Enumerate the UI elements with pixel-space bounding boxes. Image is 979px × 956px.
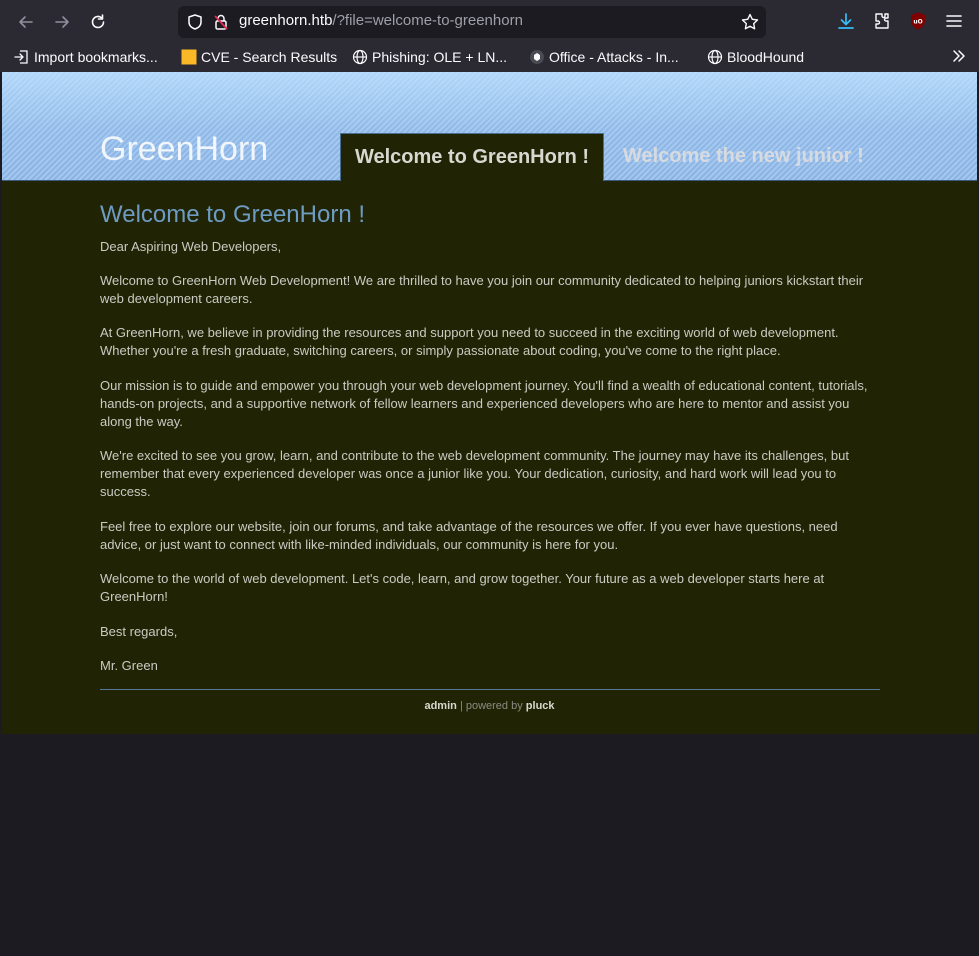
bookmarks-bar: Import bookmarks... CVE - Search Results… bbox=[0, 43, 979, 72]
globe-icon bbox=[707, 49, 723, 65]
paragraph: Dear Aspiring Web Developers, bbox=[100, 239, 282, 254]
footer-separator: | powered by bbox=[459, 700, 523, 712]
ublock-icon[interactable]: uO bbox=[908, 11, 928, 31]
paragraph: At GreenHorn, we believe in providing th… bbox=[100, 325, 839, 358]
shield-icon[interactable] bbox=[186, 13, 204, 31]
main-content: Welcome to GreenHorn ! Dear Aspiring Web… bbox=[2, 181, 977, 734]
menu-icon[interactable] bbox=[944, 11, 964, 31]
paragraph: Best regards, bbox=[100, 624, 178, 639]
import-icon bbox=[14, 49, 30, 65]
svg-text:uO: uO bbox=[913, 19, 922, 26]
page-title: Welcome to GreenHorn ! bbox=[100, 201, 365, 228]
url-bar[interactable]: greenhorn.htb/?file=welcome-to-greenhorn bbox=[178, 6, 766, 38]
arrow-left-icon bbox=[19, 16, 33, 28]
paragraph: Our mission is to guide and empower you … bbox=[100, 378, 868, 429]
nav-tab-new-junior[interactable]: Welcome the new junior ! bbox=[623, 145, 864, 168]
insecure-lock-icon[interactable] bbox=[212, 13, 230, 31]
forward-button[interactable] bbox=[48, 8, 76, 36]
bookmark-label: Phishing: OLE + LN... bbox=[372, 49, 508, 65]
yellow-square-icon bbox=[181, 49, 197, 65]
paragraph: Welcome to GreenHorn Web Development! We… bbox=[100, 273, 864, 306]
arrow-right-icon bbox=[55, 16, 69, 28]
site-title[interactable]: GreenHorn bbox=[100, 130, 268, 169]
bookmark-label: BloodHound bbox=[727, 49, 805, 65]
bookmark-label: CVE - Search Results bbox=[201, 49, 338, 65]
browser-toolbar: greenhorn.htb/?file=welcome-to-greenhorn… bbox=[0, 0, 979, 43]
page-viewport: GreenHorn Welcome to GreenHorn ! Welcome… bbox=[2, 72, 977, 954]
globe-icon bbox=[352, 49, 368, 65]
paragraph: We're excited to see you grow, learn, an… bbox=[100, 448, 849, 499]
bookmark-bloodhound[interactable]: BloodHound bbox=[707, 47, 804, 67]
hacktricks-icon bbox=[529, 49, 545, 65]
bookmark-phishing[interactable]: Phishing: OLE + LN... bbox=[352, 47, 507, 67]
reload-button[interactable] bbox=[84, 8, 112, 36]
url-host: greenhorn.htb bbox=[239, 12, 333, 29]
chevron-double-right-icon[interactable] bbox=[951, 48, 967, 64]
download-icon[interactable] bbox=[836, 11, 856, 31]
extensions-icon[interactable] bbox=[872, 11, 892, 31]
reload-icon bbox=[91, 14, 105, 29]
paragraph: Mr. Green bbox=[100, 658, 158, 673]
bookmark-cve[interactable]: CVE - Search Results bbox=[181, 47, 337, 67]
admin-link[interactable]: admin bbox=[424, 700, 456, 712]
back-button[interactable] bbox=[12, 8, 40, 36]
footer-divider bbox=[100, 689, 880, 690]
nav-tab-welcome[interactable]: Welcome to GreenHorn ! bbox=[340, 133, 604, 181]
paragraph: Feel free to explore our website, join o… bbox=[100, 519, 838, 552]
bookmark-label: Office - Attacks - In... bbox=[549, 49, 679, 65]
footer: admin | powered by pluck bbox=[2, 700, 977, 712]
bookmark-import[interactable]: Import bookmarks... bbox=[14, 47, 158, 67]
pluck-link[interactable]: pluck bbox=[526, 700, 555, 712]
url-path: /?file=welcome-to-greenhorn bbox=[332, 12, 523, 29]
bookmark-star-icon[interactable] bbox=[740, 12, 760, 32]
bookmark-label: Import bookmarks... bbox=[34, 49, 158, 65]
bookmark-office-attacks[interactable]: Office - Attacks - In... bbox=[529, 47, 679, 67]
site-header: GreenHorn Welcome to GreenHorn ! Welcome… bbox=[2, 72, 977, 181]
url-text[interactable]: greenhorn.htb/?file=welcome-to-greenhorn bbox=[239, 12, 523, 29]
paragraph: Welcome to the world of web development.… bbox=[100, 571, 825, 604]
